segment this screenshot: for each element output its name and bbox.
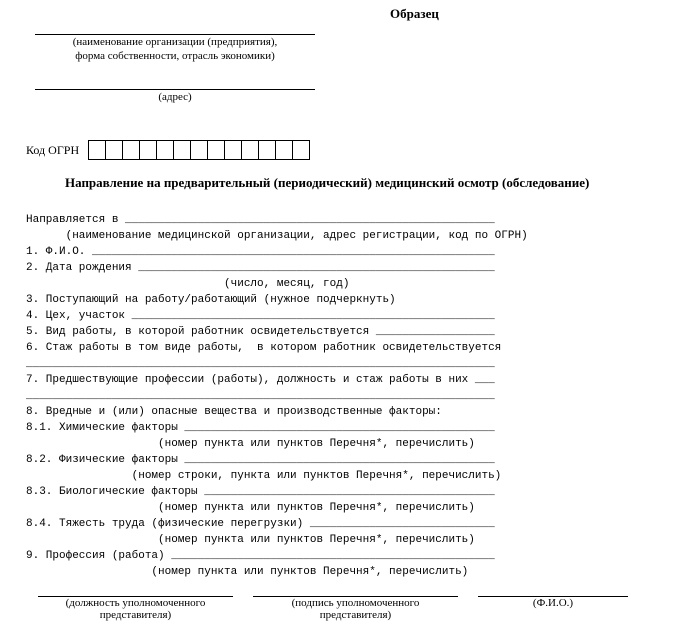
signature-line-fio (478, 582, 628, 597)
org-caption-1: (наименование организации (предприятия), (35, 36, 315, 49)
footer-col-fio: (Ф.И.О.) (478, 582, 628, 621)
footer-cap-fio: (Ф.И.О.) (478, 597, 628, 609)
footer-cap-sign-2: представителя) (253, 609, 458, 621)
ogrn-cell (139, 140, 157, 160)
ogrn-cell (105, 140, 123, 160)
address-line (35, 75, 315, 90)
footer-cap-position-2: представителя) (38, 609, 233, 621)
ogrn-boxes (89, 140, 310, 160)
form-body: Направляется в _________________________… (26, 212, 586, 580)
ogrn-cell (258, 140, 276, 160)
signature-line-position (38, 582, 233, 597)
sample-label: Образец (390, 6, 439, 22)
footer-col-signature: (подпись уполномоченного представителя) (253, 582, 458, 621)
org-header-block: (наименование организации (предприятия),… (35, 20, 315, 115)
ogrn-cell (241, 140, 259, 160)
ogrn-cell (224, 140, 242, 160)
ogrn-cell (190, 140, 208, 160)
ogrn-cell (156, 140, 174, 160)
ogrn-row: Код ОГРН (26, 140, 310, 160)
ogrn-cell (173, 140, 191, 160)
org-caption-2: форма собственности, отрасль экономики) (35, 50, 315, 63)
ogrn-cell (88, 140, 106, 160)
ogrn-cell (122, 140, 140, 160)
ogrn-cell (292, 140, 310, 160)
ogrn-label: Код ОГРН (26, 143, 79, 158)
footer-cap-sign-1: (подпись уполномоченного (253, 597, 458, 609)
document-title: Направление на предварительный (периодич… (65, 175, 589, 191)
signature-line-sign (253, 582, 458, 597)
ogrn-cell (275, 140, 293, 160)
org-name-line (35, 20, 315, 35)
address-caption: (адрес) (35, 91, 315, 104)
footer-col-position: (должность уполномоченного представителя… (38, 582, 233, 621)
ogrn-cell (207, 140, 225, 160)
footer-cap-position-1: (должность уполномоченного (38, 597, 233, 609)
footer-block: (должность уполномоченного представителя… (38, 582, 668, 621)
